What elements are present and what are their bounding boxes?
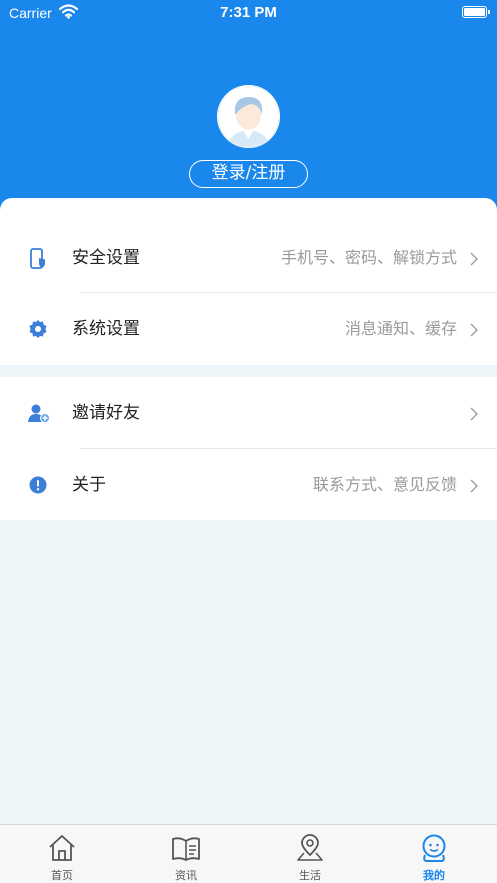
chevron-right-icon: [469, 478, 479, 493]
info-icon: [28, 475, 48, 495]
tab-label: 生活: [299, 869, 321, 882]
login-register-button[interactable]: 登录/注册: [189, 160, 308, 188]
tab-label: 我的: [423, 869, 445, 882]
menu-item-label: 系统设置: [72, 319, 140, 339]
menu-item-label: 邀请好友: [72, 403, 140, 423]
avatar[interactable]: [217, 85, 280, 148]
default-avatar-icon: [217, 85, 280, 148]
menu-item-label: 关于: [72, 475, 106, 495]
menu-item-security[interactable]: 安全设置 手机号、密码、解锁方式: [0, 222, 497, 294]
home-icon: [49, 835, 75, 861]
status-bar: Carrier 7:31 PM: [0, 0, 497, 26]
menu-item-about[interactable]: 关于 联系方式、意见反馈: [0, 449, 497, 521]
menu-item-label: 安全设置: [72, 248, 140, 268]
book-icon: [172, 837, 200, 861]
chevron-right-icon: [469, 322, 479, 337]
clock: 7:31 PM: [220, 4, 277, 21]
location-pin-icon: [297, 834, 323, 861]
tab-news[interactable]: 资讯: [124, 825, 248, 883]
battery-icon: [462, 6, 490, 18]
menu-item-system[interactable]: 系统设置 消息通知、缓存: [0, 293, 497, 365]
menu-item-detail: 联系方式、意见反馈: [312, 475, 457, 494]
tab-label: 首页: [51, 869, 73, 882]
menu-item-invite[interactable]: 邀请好友: [0, 377, 497, 449]
phone-shield-icon: [28, 248, 48, 269]
tab-bar: 首页 资讯 生活 我的: [0, 824, 497, 883]
tab-life[interactable]: 生活: [248, 825, 372, 883]
tab-label: 资讯: [175, 869, 197, 882]
settings-card: 安全设置 手机号、密码、解锁方式 系统设置 消息通知、缓存: [0, 198, 497, 365]
add-user-icon: [28, 403, 50, 423]
tab-home[interactable]: 首页: [0, 825, 124, 883]
chevron-right-icon: [469, 251, 479, 266]
menu-item-detail: 手机号、密码、解锁方式: [280, 248, 457, 267]
menu-item-detail: 消息通知、缓存: [344, 319, 457, 338]
social-card: 邀请好友 关于 联系方式、意见反馈: [0, 377, 497, 520]
profile-face-icon: [422, 834, 446, 862]
chevron-right-icon: [469, 406, 479, 421]
gear-icon: [28, 319, 48, 339]
tab-mine[interactable]: 我的: [372, 825, 496, 883]
